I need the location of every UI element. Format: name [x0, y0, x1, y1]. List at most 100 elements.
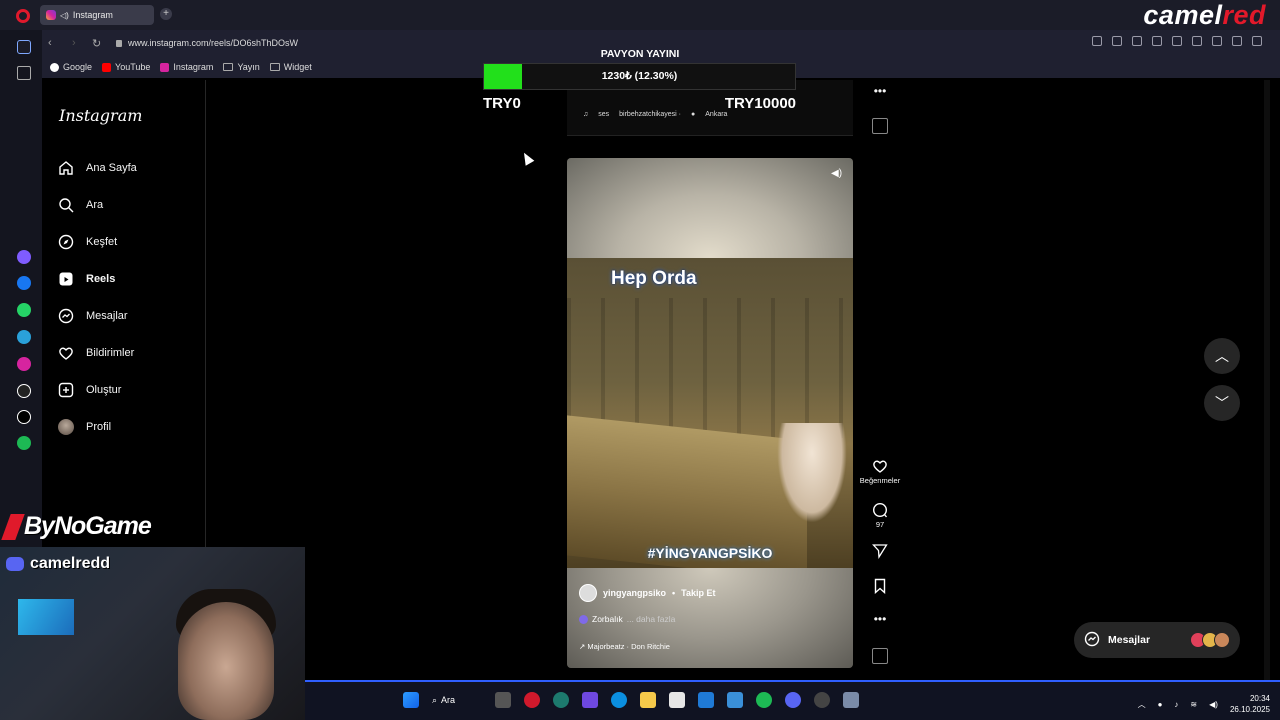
save-button[interactable] — [854, 578, 906, 596]
messenger-icon[interactable] — [17, 276, 31, 290]
steam-icon[interactable] — [814, 692, 830, 708]
tab-bar: ◁) Instagram + — [0, 0, 1280, 30]
tiktok-icon[interactable] — [17, 384, 31, 398]
separator-dot: • — [672, 588, 676, 598]
store-icon[interactable] — [669, 692, 685, 708]
nav-messages[interactable]: Mesajlar — [58, 308, 128, 324]
previous-reel-button[interactable]: ︿ — [1204, 338, 1240, 374]
more-options-icon[interactable]: ••• — [854, 84, 906, 98]
nav-profile[interactable]: Profil — [58, 419, 111, 435]
opera-logo-icon[interactable] — [16, 9, 30, 23]
new-tab-button[interactable]: + — [160, 8, 172, 20]
edit-icon[interactable] — [1092, 36, 1102, 46]
spotify-icon[interactable] — [17, 436, 31, 450]
whatsapp-icon[interactable] — [17, 303, 31, 317]
nav-reels[interactable]: Reels — [58, 271, 115, 287]
chevron-up-icon[interactable]: ︿ — [1138, 699, 1146, 710]
widgets-icon[interactable] — [582, 692, 598, 708]
microphone-icon[interactable]: ♪ — [1174, 700, 1178, 709]
page-scrollbar[interactable] — [1264, 80, 1270, 680]
bookmark-label: Instagram — [173, 62, 214, 72]
more-options-icon[interactable]: ••• — [854, 612, 906, 626]
reel-overlay-title: Hep Orda — [611, 268, 697, 289]
speaker-icon[interactable]: ◁) — [60, 11, 69, 20]
opera-icon[interactable] — [524, 692, 540, 708]
taskbar-search[interactable]: ⌕ Ara — [432, 695, 482, 706]
previous-reel-meta: ♫ ses birbehzatchikayesi · ● Ankara — [583, 111, 727, 118]
taskbar-search-label: Ara — [441, 695, 456, 705]
audio-thumbnail[interactable] — [872, 118, 888, 134]
volume-icon[interactable]: ◀) — [1209, 700, 1218, 709]
heart-icon — [872, 458, 888, 474]
reel-video[interactable]: Hep Orda #YİNGYANGPSİKO ◀) yingyangpsiko… — [567, 158, 853, 668]
bookmark-folder-yayin[interactable]: Yayın — [223, 62, 260, 72]
chevron-down-icon: ﹀ — [1215, 395, 1229, 411]
message-avatars — [1190, 632, 1230, 648]
spotify-icon[interactable] — [756, 692, 772, 708]
bookmark-google[interactable]: Google — [50, 62, 92, 72]
like-button[interactable]: Beğenmeler — [854, 458, 906, 485]
shield-icon[interactable] — [1132, 36, 1142, 46]
comments-count: 97 — [875, 520, 885, 529]
clock[interactable]: 20:34 26.10.2025 — [1230, 693, 1270, 715]
brand-right: red — [1222, 0, 1266, 30]
edge-icon[interactable] — [611, 692, 627, 708]
bookmark-instagram[interactable]: Instagram — [160, 62, 213, 72]
system-tray: ︿ ● ♪ ≋ ◀) 20:34 26.10.2025 — [1138, 693, 1270, 715]
home-icon[interactable] — [17, 40, 31, 54]
audio-thumbnail[interactable] — [872, 648, 888, 664]
nav-label: Keşfet — [86, 236, 118, 248]
compass-icon — [58, 234, 74, 250]
instagram-icon[interactable] — [17, 357, 31, 371]
menu-icon[interactable] — [1212, 36, 1222, 46]
app-icon[interactable] — [553, 692, 569, 708]
forward-icon[interactable]: › — [72, 37, 76, 49]
reel-username[interactable]: yingyangpsiko — [603, 588, 666, 598]
play-icon[interactable] — [1152, 36, 1162, 46]
nav-notifications[interactable]: Bildirimler — [58, 345, 134, 361]
x-icon[interactable] — [17, 410, 31, 424]
google-icon — [50, 62, 59, 72]
follow-button[interactable]: Takip Et — [681, 588, 715, 598]
volume-icon[interactable]: ◀) — [831, 168, 843, 180]
camera-icon[interactable] — [1112, 36, 1122, 46]
instagram-logo[interactable]: Instagram — [59, 106, 142, 125]
mail-icon[interactable] — [698, 692, 714, 708]
reel-audio[interactable]: ↗ Majorbeatz · Don Ritchie — [579, 642, 670, 651]
download-icon[interactable] — [1192, 36, 1202, 46]
nav-home[interactable]: Ana Sayfa — [58, 160, 137, 176]
nav-create[interactable]: Oluştur — [58, 382, 121, 398]
app-tray-icon[interactable]: ● — [1158, 700, 1163, 709]
comment-button[interactable]: 97 — [854, 502, 906, 529]
nav-explore[interactable]: Keşfet — [58, 234, 117, 250]
extensions-icon[interactable] — [1252, 36, 1262, 46]
messages-pill[interactable]: Mesajlar — [1074, 622, 1240, 658]
back-icon[interactable]: ‹ — [48, 37, 52, 49]
settings-app-icon[interactable] — [727, 692, 743, 708]
tab-instagram[interactable]: ◁) Instagram — [40, 5, 154, 25]
nav-label: Bildirimler — [86, 347, 135, 359]
heart-icon[interactable] — [1172, 36, 1182, 46]
windows-start-icon[interactable] — [403, 692, 419, 708]
discord-icon[interactable] — [785, 692, 801, 708]
next-reel-button[interactable]: ﹀ — [1204, 385, 1240, 421]
gear-icon[interactable] — [843, 692, 859, 708]
location-label[interactable]: Ankara — [705, 111, 727, 118]
nav-label: Profil — [86, 421, 112, 433]
avatar[interactable] — [579, 584, 597, 602]
caption-emoji-icon — [579, 614, 588, 624]
reload-icon[interactable]: ↻ — [92, 37, 101, 50]
telegram-icon[interactable] — [17, 330, 31, 344]
task-view-icon[interactable] — [495, 692, 511, 708]
star-icon[interactable] — [17, 66, 31, 80]
profile-icon[interactable] — [1232, 36, 1242, 46]
audio-owner[interactable]: birbehzatchikayesi · — [619, 111, 681, 118]
share-button[interactable] — [854, 543, 906, 561]
bookmark-folder-widget[interactable]: Widget — [269, 62, 312, 72]
wifi-icon[interactable]: ≋ — [1190, 700, 1197, 709]
file-explorer-icon[interactable] — [640, 692, 656, 708]
aria-icon[interactable] — [17, 250, 31, 264]
nav-search[interactable]: Ara — [58, 197, 103, 213]
bookmark-youtube[interactable]: YouTube — [102, 62, 150, 72]
caption-more-link[interactable]: ... daha fazla — [627, 614, 676, 624]
